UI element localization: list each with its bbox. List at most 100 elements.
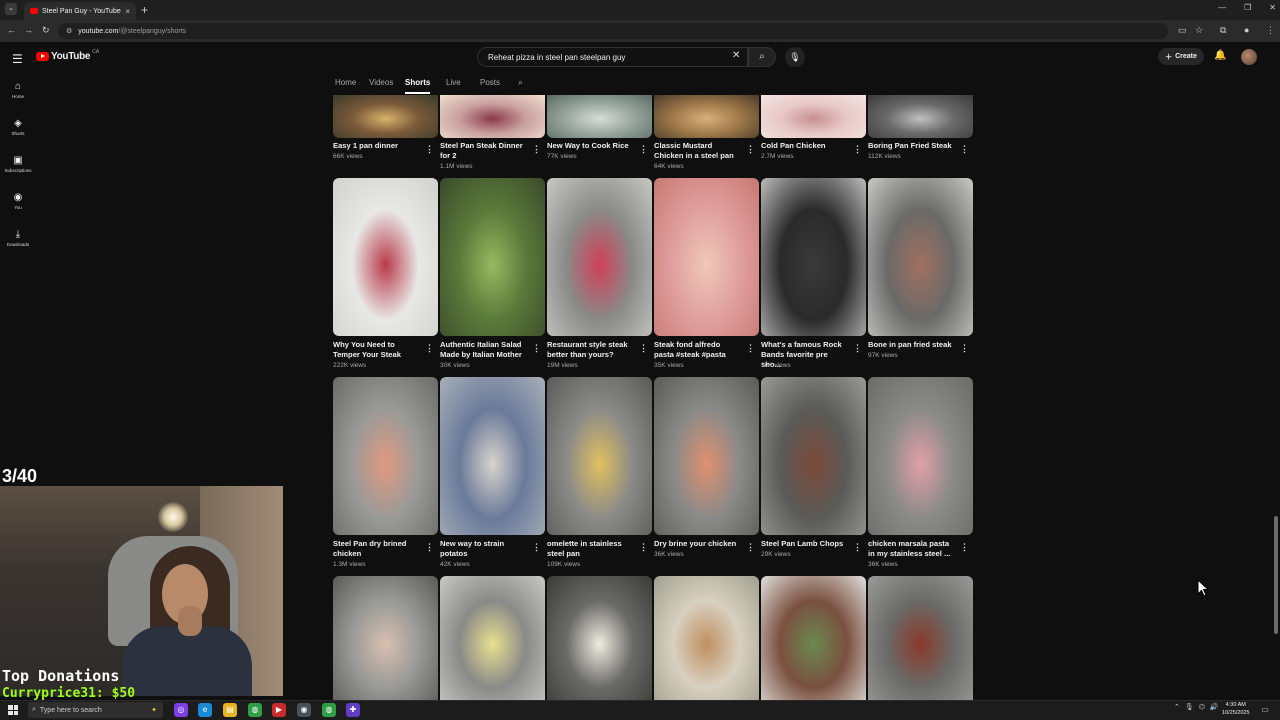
short-title[interactable]: Steel Pan dry brined chicken — [333, 539, 421, 559]
tab-shorts[interactable]: Shorts — [405, 78, 430, 87]
more-actions-icon[interactable]: ⋮ — [425, 542, 434, 553]
more-actions-icon[interactable]: ⋮ — [639, 343, 648, 354]
short-thumbnail[interactable] — [547, 95, 652, 138]
short-title[interactable]: omelette in stainless steel pan — [547, 539, 635, 559]
short-thumbnail[interactable] — [440, 377, 545, 535]
minimize-icon[interactable]: — — [1218, 3, 1226, 12]
more-actions-icon[interactable]: ⋮ — [960, 343, 969, 354]
network-icon[interactable]: ⌬ — [1199, 703, 1205, 711]
sidebar-item-downloads[interactable]: ⤓ Downloads — [0, 229, 36, 247]
short-title[interactable]: Bone in pan fried steak — [868, 340, 956, 350]
chrome-icon[interactable]: ◍ — [322, 703, 336, 717]
sidebar-item-subscriptions[interactable]: ▣ Subscriptions — [0, 155, 36, 173]
short-title[interactable]: chicken marsala pasta in my stainless st… — [868, 539, 956, 559]
browser-tab[interactable]: Steel Pan Guy - YouTube × — [24, 2, 136, 20]
url-field[interactable]: ⚙ youtube.com/@steelpanguy/shorts — [58, 23, 1168, 39]
short-title[interactable]: Steel Pan Steak Dinner for 2 — [440, 141, 528, 161]
site-info-icon[interactable]: ⚙ — [66, 27, 72, 35]
more-actions-icon[interactable]: ⋮ — [639, 542, 648, 553]
create-button[interactable]: ＋ Create — [1158, 48, 1204, 65]
sidebar-item-you[interactable]: ◉ You — [0, 192, 36, 210]
notifications-bell-icon[interactable]: 🔔 — [1214, 50, 1226, 61]
short-thumbnail[interactable] — [440, 576, 545, 700]
more-actions-icon[interactable]: ⋮ — [746, 144, 755, 155]
more-actions-icon[interactable]: ⋮ — [425, 343, 434, 354]
short-thumbnail[interactable] — [868, 377, 973, 535]
short-title[interactable]: Easy 1 pan dinner — [333, 141, 421, 151]
more-actions-icon[interactable]: ⋮ — [532, 343, 541, 354]
short-title[interactable]: Cold Pan Chicken — [761, 141, 849, 151]
short-thumbnail[interactable] — [547, 377, 652, 535]
short-thumbnail[interactable] — [654, 95, 759, 138]
search-input[interactable]: Reheat pizza in steel pan steelpan guy — [477, 47, 748, 67]
volume-icon[interactable]: 🔊 — [1210, 703, 1219, 711]
windows-start-icon[interactable] — [8, 705, 18, 715]
short-thumbnail[interactable] — [547, 576, 652, 700]
more-actions-icon[interactable]: ⋮ — [853, 542, 862, 553]
short-thumbnail[interactable] — [333, 576, 438, 700]
taskbar-search-input[interactable]: ⌕ Type here to search ✦ — [28, 702, 163, 718]
close-window-icon[interactable]: ✕ — [1269, 3, 1276, 12]
sidebar-item-home[interactable]: ⌂ Home — [0, 81, 36, 99]
short-title[interactable]: Authentic Italian Salad Made by Italian … — [440, 340, 528, 360]
search-button[interactable]: ⌕ — [748, 47, 776, 67]
bookmark-star-icon[interactable]: ☆ — [1195, 25, 1203, 36]
cast-icon[interactable]: ▭ — [1178, 25, 1187, 36]
more-actions-icon[interactable]: ⋮ — [853, 343, 862, 354]
profile-icon[interactable]: ● — [1244, 25, 1249, 35]
taskbar-clock[interactable]: 4:30 AM 10/25/2025 — [1222, 701, 1250, 717]
new-tab-button[interactable]: + — [141, 3, 148, 17]
short-thumbnail[interactable] — [761, 377, 866, 535]
notification-center-icon[interactable]: ▭ — [1258, 703, 1272, 717]
clear-search-icon[interactable]: ✕ — [732, 50, 740, 61]
short-thumbnail[interactable] — [333, 95, 438, 138]
forward-icon[interactable]: → — [24, 25, 33, 35]
obs-icon[interactable]: ◉ — [297, 703, 311, 717]
short-thumbnail[interactable] — [547, 178, 652, 336]
chrome-icon[interactable]: ◍ — [248, 703, 262, 717]
more-actions-icon[interactable]: ⋮ — [639, 144, 648, 155]
short-title[interactable]: Steak fond alfredo pasta #steak #pasta — [654, 340, 742, 360]
youtube-logo[interactable]: YouTube CA — [36, 49, 99, 62]
hamburger-menu-icon[interactable]: ☰ — [12, 52, 23, 66]
short-title[interactable]: Restaurant style steak better than yours… — [547, 340, 635, 360]
short-title[interactable]: Dry brine your chicken — [654, 539, 742, 549]
short-title[interactable]: Why You Need to Temper Your Steak — [333, 340, 421, 360]
short-thumbnail[interactable] — [761, 576, 866, 700]
back-icon[interactable]: ← — [7, 25, 16, 35]
browser-menu-icon[interactable]: ⋮ — [1266, 25, 1275, 36]
short-thumbnail[interactable] — [761, 95, 866, 138]
short-thumbnail[interactable] — [654, 377, 759, 535]
short-title[interactable]: Boring Pan Fried Steak — [868, 141, 956, 151]
tab-live[interactable]: Live — [446, 78, 461, 87]
scrollbar-thumb[interactable] — [1274, 516, 1278, 634]
short-thumbnail[interactable] — [440, 95, 545, 138]
tray-chevron-icon[interactable]: ⌃ — [1174, 703, 1180, 711]
edge-icon[interactable]: e — [198, 703, 212, 717]
file-explorer-icon[interactable]: ▤ — [223, 703, 237, 717]
tab-list-button[interactable]: ⌄ — [5, 3, 17, 15]
more-actions-icon[interactable]: ⋮ — [532, 144, 541, 155]
more-actions-icon[interactable]: ⋮ — [425, 144, 434, 155]
short-thumbnail[interactable] — [654, 178, 759, 336]
tab-videos[interactable]: Videos — [369, 78, 393, 87]
more-actions-icon[interactable]: ⋮ — [853, 144, 862, 155]
avatar[interactable] — [1241, 49, 1257, 65]
more-actions-icon[interactable]: ⋮ — [746, 542, 755, 553]
short-thumbnail[interactable] — [440, 178, 545, 336]
maximize-icon[interactable]: ❐ — [1244, 3, 1251, 12]
short-thumbnail[interactable] — [868, 178, 973, 336]
short-thumbnail[interactable] — [868, 95, 973, 138]
more-actions-icon[interactable]: ⋮ — [960, 144, 969, 155]
sidebar-item-shorts[interactable]: ◈ Shorts — [0, 118, 36, 136]
short-thumbnail[interactable] — [868, 576, 973, 700]
tab-close-icon[interactable]: × — [125, 7, 130, 16]
more-actions-icon[interactable]: ⋮ — [960, 542, 969, 553]
tab-posts[interactable]: Posts — [480, 78, 500, 87]
voice-search-button[interactable]: 🎙 — [785, 47, 805, 67]
short-title[interactable]: New Way to Cook Rice — [547, 141, 635, 151]
taskbar-app-icon[interactable]: ◎ — [174, 703, 188, 717]
microphone-icon[interactable]: 🎙 — [1185, 703, 1194, 711]
channel-search-icon[interactable]: ⌕ — [518, 77, 523, 88]
short-thumbnail[interactable] — [761, 178, 866, 336]
